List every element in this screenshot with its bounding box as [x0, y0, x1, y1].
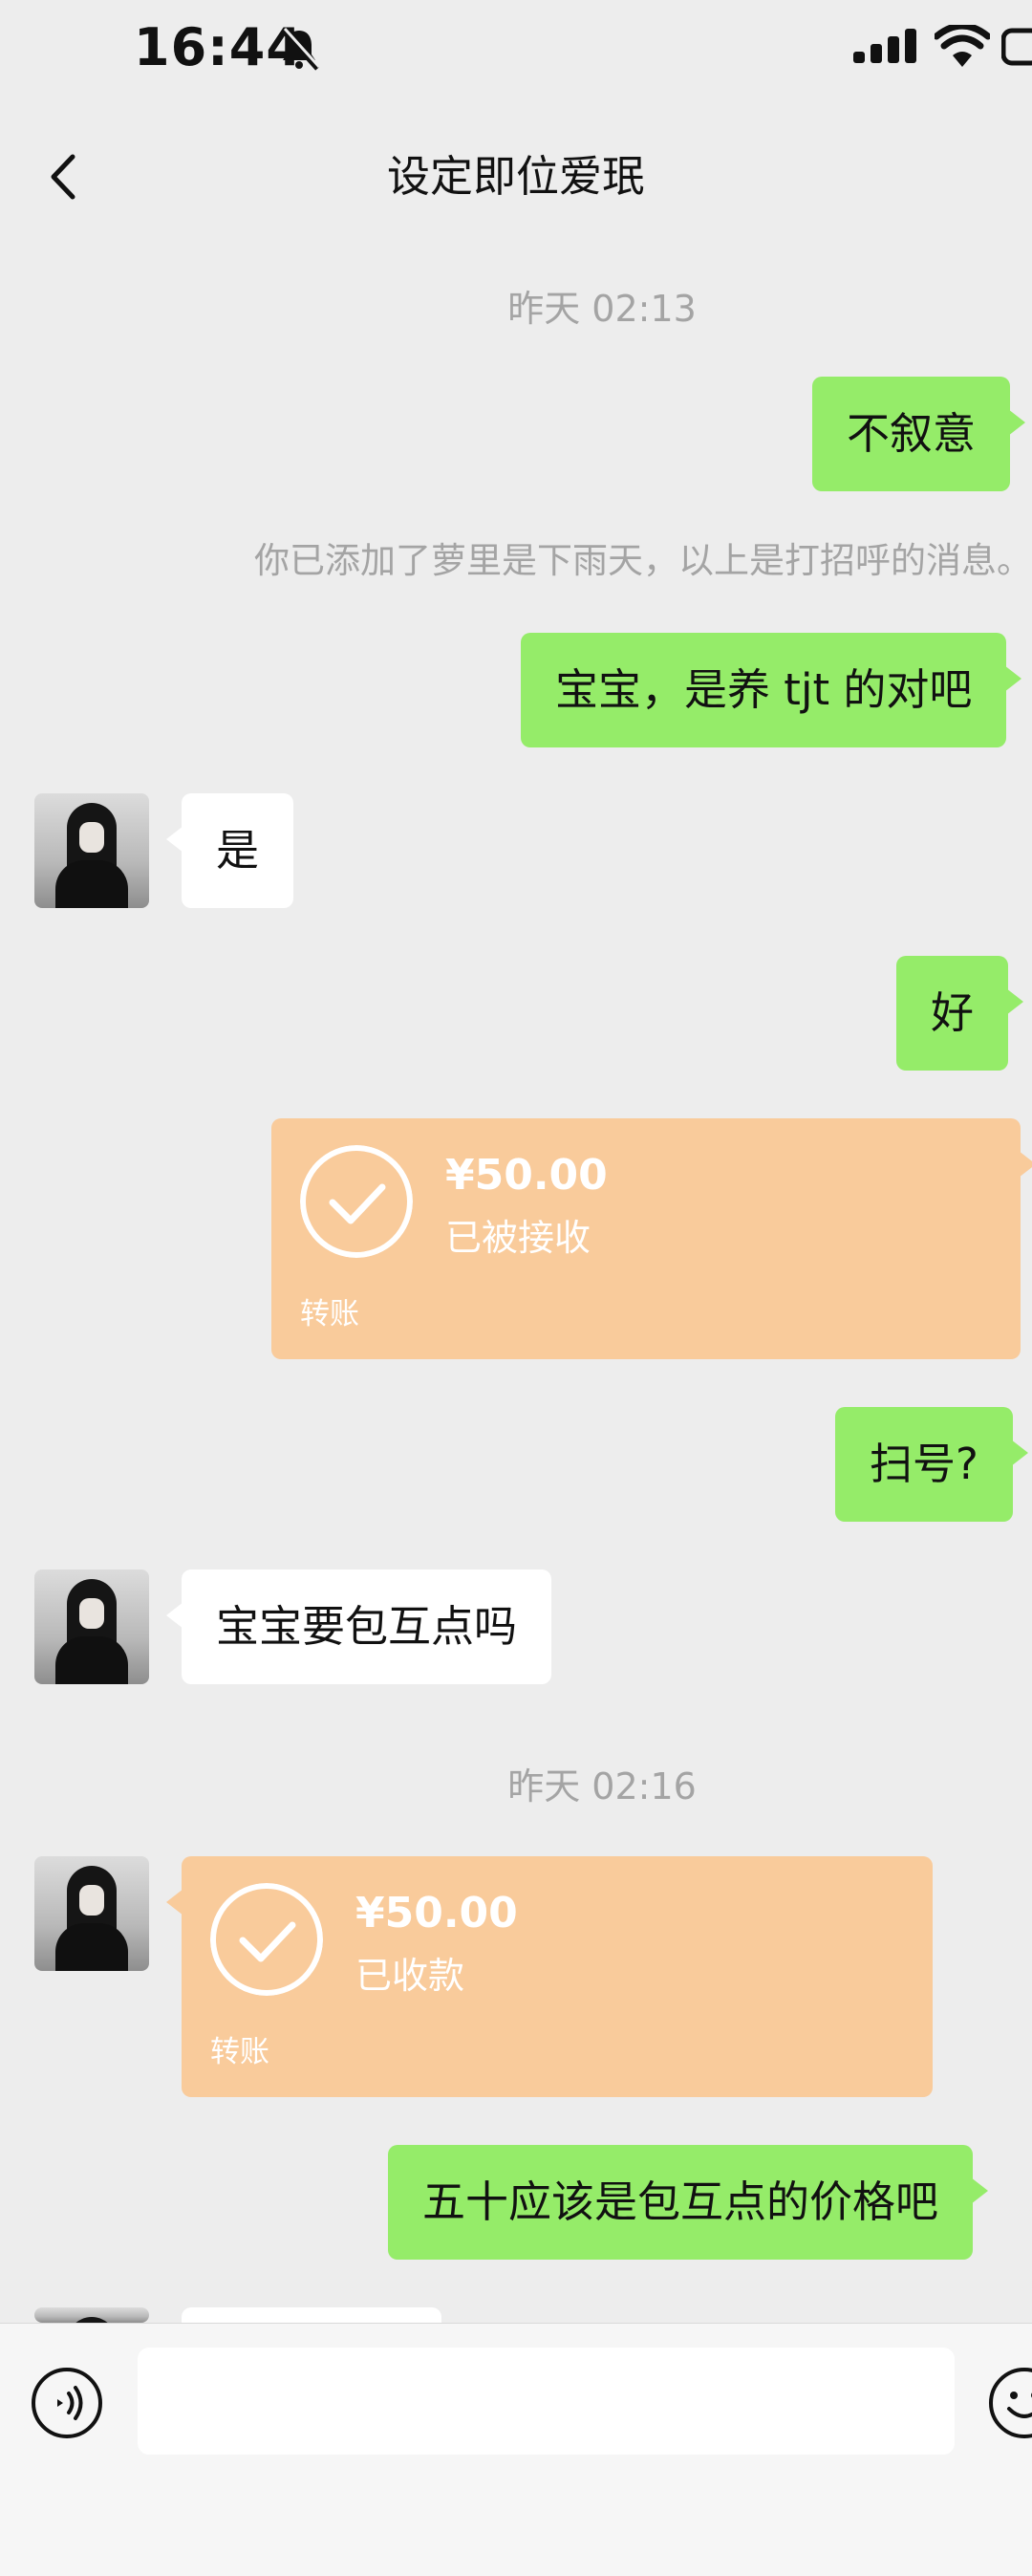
transfer-status: 已被接收	[445, 1217, 591, 1259]
message-text: 宝宝要包互点吗	[216, 1601, 518, 1652]
message-text: 不叙意	[847, 408, 977, 459]
check-circle-icon	[210, 1883, 323, 1996]
wifi-icon	[935, 25, 990, 67]
transfer-status: 已收款	[355, 1955, 465, 1997]
contact-avatar[interactable]	[34, 2307, 149, 2323]
contact-avatar[interactable]	[34, 793, 149, 908]
message-bubble-contact[interactable]	[182, 2307, 441, 2323]
contact-avatar[interactable]	[34, 1856, 149, 1971]
message-text: 是	[216, 825, 260, 876]
battery-icon	[1001, 28, 1032, 66]
chat-title: 设定即位爱珉	[386, 151, 645, 202]
voice-icon[interactable]	[31, 2367, 103, 2439]
message-bubble-contact[interactable]: 宝宝要包互点吗	[165, 1569, 552, 1684]
bell-off-icon	[281, 27, 321, 71]
message-input[interactable]	[138, 2348, 955, 2455]
transfer-card-contact[interactable]: ¥50.00 已收款 转账	[166, 1856, 933, 2097]
signal-icon	[853, 29, 916, 63]
transfer-card-mine[interactable]: ¥50.00 已被接收 转账	[271, 1118, 1032, 1359]
transfer-amount: ¥50.00	[445, 1151, 608, 1200]
check-circle-icon	[300, 1145, 413, 1258]
message-bubble-mine[interactable]: 不叙意	[812, 377, 1026, 491]
message-bubble-mine[interactable]: 扫号?	[835, 1407, 1028, 1522]
message-bubble-mine[interactable]: 宝宝，是养 tjt 的对吧	[521, 633, 1022, 747]
message-bubble-contact[interactable]: 是	[165, 793, 294, 908]
message-bubble-mine[interactable]: 五十应该是包互点的价格吧	[388, 2145, 989, 2260]
system-message: 你已添加了萝里是下雨天，以上是打招呼的消息。	[254, 540, 1032, 581]
transfer-label: 转账	[210, 2035, 269, 2069]
transfer-label: 转账	[300, 1297, 359, 1331]
message-text: 扫号?	[870, 1439, 978, 1489]
message-text: 五十应该是包互点的价格吧	[422, 2176, 939, 2227]
timestamp: 昨天 02:16	[507, 1765, 697, 1808]
transfer-amount: ¥50.00	[355, 1889, 518, 1937]
message-text: 宝宝，是养 tjt 的对吧	[555, 664, 973, 715]
message-text: 好	[931, 987, 975, 1038]
timestamp: 昨天 02:13	[507, 288, 697, 330]
message-bubble-mine[interactable]: 好	[896, 956, 1024, 1071]
emoji-icon[interactable]	[988, 2367, 1032, 2439]
contact-avatar[interactable]	[34, 1569, 149, 1684]
